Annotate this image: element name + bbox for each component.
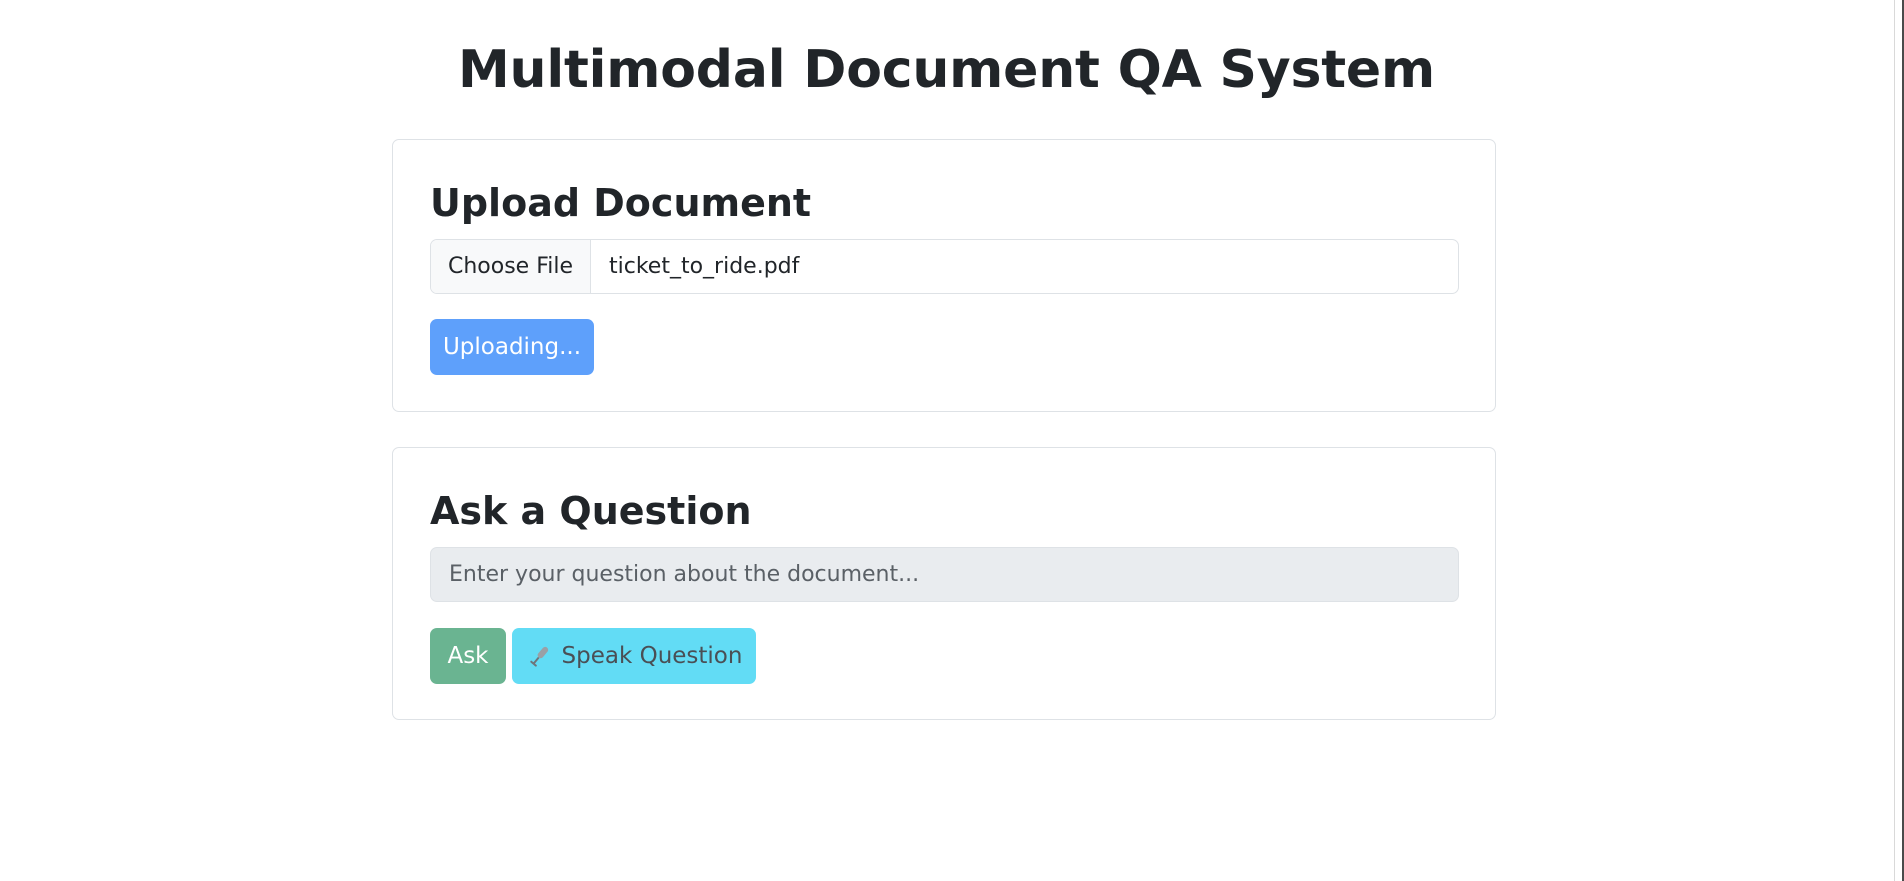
speak-question-button[interactable]: Speak Question	[512, 628, 756, 684]
microphone-icon	[526, 642, 554, 670]
speak-question-label: Speak Question	[561, 643, 743, 669]
choose-file-button[interactable]: Choose File	[431, 240, 591, 293]
selected-file-name: ticket_to_ride.pdf	[609, 254, 800, 279]
upload-button[interactable]: Uploading...	[430, 319, 594, 375]
file-input[interactable]: Choose File ticket_to_ride.pdf	[430, 239, 1459, 294]
question-card: Ask a Question Ask Speak Question	[392, 447, 1496, 720]
ask-button[interactable]: Ask	[430, 628, 506, 684]
upload-card: Upload Document Choose File ticket_to_ri…	[392, 139, 1496, 412]
app-viewport: Multimodal Document QA System Upload Doc…	[0, 0, 1904, 881]
page-title: Multimodal Document QA System	[458, 40, 1435, 100]
question-heading: Ask a Question	[430, 489, 752, 533]
question-input[interactable]	[430, 547, 1459, 602]
upload-heading: Upload Document	[430, 181, 812, 225]
